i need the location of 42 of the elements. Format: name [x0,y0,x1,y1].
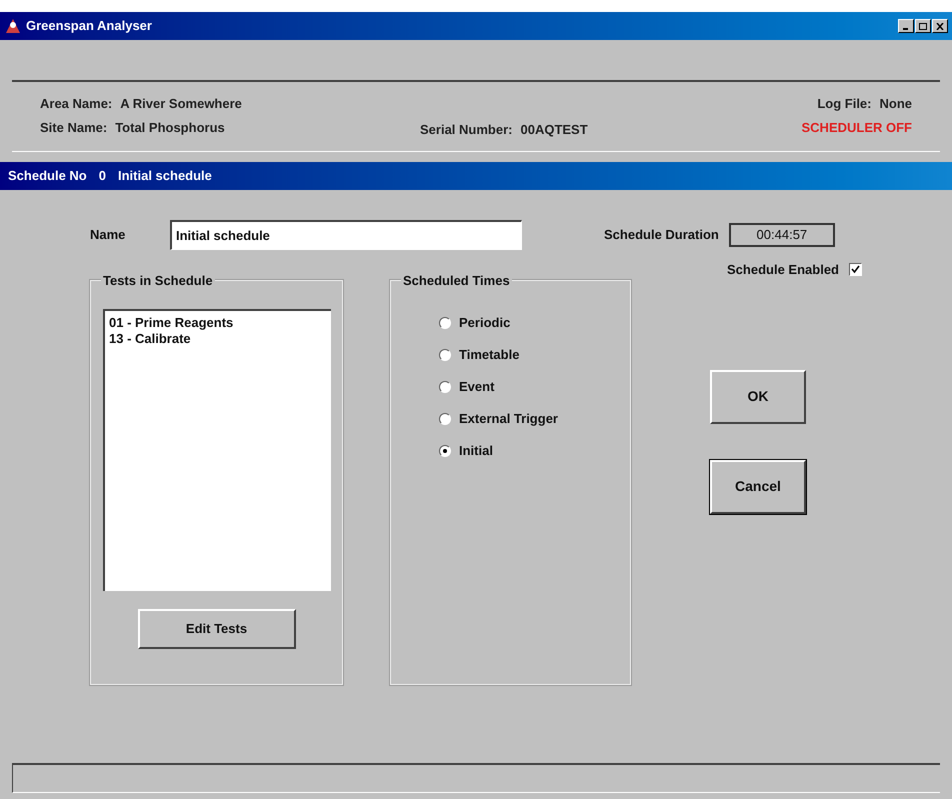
radio-label: Event [459,378,494,396]
area-label: Area Name: [40,95,112,113]
scheduler-status: SCHEDULER OFF [802,118,912,136]
radio-button[interactable] [439,445,451,457]
radio-button[interactable] [439,349,451,361]
dialog-button[interactable]: Cancel [710,460,806,514]
close-button[interactable] [932,19,948,33]
test-list-item[interactable]: 13 - Calibrate [109,331,327,347]
schedule-enabled-checkbox[interactable] [849,263,862,276]
serial-label: Serial Number: [420,120,512,138]
checkmark-icon [851,265,860,274]
minimize-button[interactable] [898,19,914,33]
site-value: Total Phosphorus [115,118,225,137]
tests-list[interactable]: 01 - Prime Reagents 13 - Calibrate [103,309,331,591]
schedule-name: Initial schedule [118,167,212,186]
maximize-icon [919,22,927,30]
radio-button[interactable] [439,381,451,393]
duration-label: Schedule Duration [604,226,719,244]
site-label: Site Name: [40,118,108,136]
radio-label: Initial [459,442,493,460]
window-title: Greenspan Analyser [26,17,152,36]
serial-value: 00AQTEST [520,120,588,138]
area-value: A River Somewhere [120,95,242,113]
radio-label: Timetable [459,346,520,364]
close-icon [936,22,944,30]
duration-value: 00:44:57 [728,223,835,247]
radio-label: Periodic [459,314,510,332]
app-icon [4,17,22,35]
radio-button[interactable] [439,413,451,425]
name-label: Name [90,226,126,244]
maximize-button[interactable] [915,19,931,33]
edit-tests-button[interactable]: Edit Tests [138,609,296,649]
name-input-field[interactable]: Initial schedule [170,220,522,250]
radio-button[interactable] [439,317,451,329]
log-file-value: None [880,95,912,113]
radio-label: External Trigger [459,410,558,428]
test-list-item[interactable]: 01 - Prime Reagents [109,315,327,331]
log-file-label: Log File: [817,95,872,113]
schedule-number-label: Schedule No [8,167,87,186]
schedule-enabled-label: Schedule Enabled [727,261,839,279]
schedule-number: 0 [98,167,106,186]
dialog-button[interactable]: OK [710,370,806,424]
